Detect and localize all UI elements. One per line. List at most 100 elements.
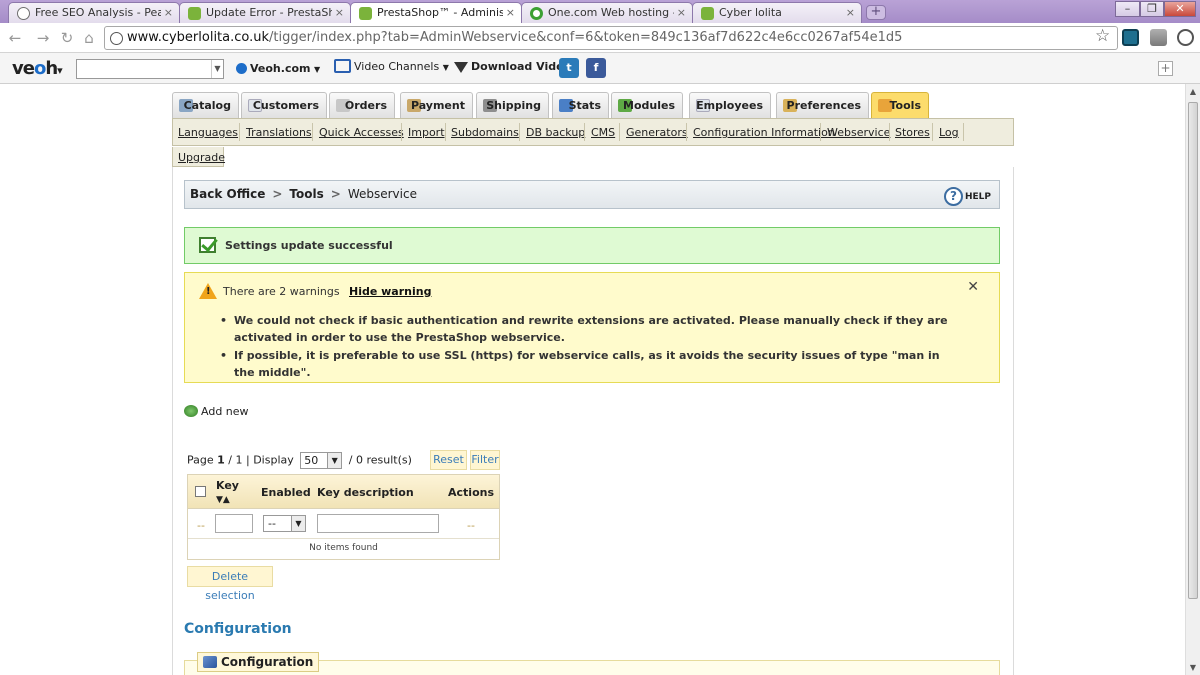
tab-orders[interactable]: Orders	[329, 92, 395, 118]
filter-button[interactable]: Filter	[470, 450, 500, 470]
browser-toolbar: ← → ↻ ⌂ www.cyberlolita.co.uk/tigger/ind…	[0, 23, 1200, 53]
breadcrumb: Back Office > Tools > Webservice ? HELP	[184, 180, 1000, 209]
tab-employees[interactable]: Employees	[689, 92, 771, 118]
breadcrumb-item[interactable]: Back Office	[190, 187, 265, 201]
bookmark-star-icon[interactable]: ☆	[1095, 26, 1110, 46]
subtab-generators[interactable]: Generators	[626, 126, 688, 139]
veoh-search-input[interactable]: ▼	[76, 59, 224, 79]
extension-icon[interactable]	[1122, 29, 1139, 46]
scroll-up-icon[interactable]: ▲	[1186, 84, 1200, 99]
breadcrumb-item[interactable]: Tools	[289, 187, 323, 201]
pagination: Page 1 / 1 | Display 50 ▼ / 0 result(s)	[187, 452, 412, 469]
tv-icon	[334, 59, 351, 73]
subtab-quick-accesses[interactable]: Quick Accesses	[319, 126, 404, 139]
browser-tab-update-error[interactable]: Update Error - PrestaShop F ×	[179, 2, 351, 23]
prestashop-icon	[359, 7, 372, 20]
browser-tab-cyber-lolita[interactable]: Cyber lolita ×	[692, 2, 862, 23]
subtab-cms[interactable]: CMS	[591, 126, 615, 139]
wrench-menu-icon[interactable]	[1177, 29, 1194, 46]
tab-close-icon[interactable]: ×	[506, 6, 515, 19]
subtab-db-backup[interactable]: DB backup	[526, 126, 585, 139]
tab-preferences[interactable]: Preferences	[776, 92, 869, 118]
browser-tab-prestashop-admin[interactable]: PrestaShop™ - Administrati ×	[350, 2, 522, 23]
column-actions: Actions	[448, 486, 494, 499]
tab-payment[interactable]: Payment	[400, 92, 473, 118]
warning-item: If possible, it is preferable to use SSL…	[219, 347, 959, 381]
tab-catalog[interactable]: Catalog	[172, 92, 239, 118]
column-enabled: Enabled	[261, 486, 311, 499]
browser-tab-label: Update Error - PrestaShop F	[206, 6, 332, 19]
reset-button[interactable]: Reset	[430, 450, 467, 470]
tab-shipping[interactable]: Shipping	[476, 92, 549, 118]
warning-box: ! There are 2 warnings Hide warning ✕ We…	[184, 272, 1000, 383]
forward-arrow-icon[interactable]: →	[34, 29, 52, 47]
address-bar[interactable]: www.cyberlolita.co.uk/tigger/index.php?t…	[104, 26, 1118, 50]
restore-button[interactable]: ❐	[1140, 1, 1164, 17]
page-info-icon[interactable]	[110, 32, 123, 45]
checkbox-success-icon	[199, 237, 216, 253]
reload-icon[interactable]: ↻	[58, 29, 76, 47]
tab-close-icon[interactable]: ×	[677, 6, 686, 19]
browser-tab-seo-analysis[interactable]: Free SEO Analysis - Pear An ×	[8, 2, 180, 23]
browser-tab-label: Cyber lolita	[719, 6, 782, 19]
chevron-down-icon[interactable]: ▼	[211, 60, 223, 78]
video-channels-menu[interactable]: Video Channels ▼	[334, 59, 449, 73]
subtab-configuration-information[interactable]: Configuration Information	[693, 126, 835, 139]
browser-tab-label: Free SEO Analysis - Pear An	[35, 6, 161, 19]
subtab-translations[interactable]: Translations	[246, 126, 312, 139]
download-extension-icon[interactable]	[1150, 29, 1167, 46]
subtab-languages[interactable]: Languages	[178, 126, 238, 139]
browser-tab-strip: Free SEO Analysis - Pear An × Update Err…	[0, 0, 1200, 23]
filter-row: -- -- ▼ --	[188, 510, 499, 539]
tab-modules[interactable]: Modules	[611, 92, 683, 118]
tab-close-icon[interactable]: ×	[335, 6, 344, 19]
tab-stats[interactable]: Stats	[552, 92, 609, 118]
home-icon[interactable]: ⌂	[80, 29, 98, 47]
subtab-import[interactable]: Import	[408, 126, 445, 139]
delete-selection-button[interactable]: Delete selection	[187, 566, 273, 602]
subtab-upgrade[interactable]: Upgrade	[172, 147, 225, 167]
tab-customers[interactable]: Customers	[241, 92, 327, 118]
url-host: www.cyberlolita.co.uk	[127, 30, 270, 45]
enabled-filter-select[interactable]: -- ▼	[263, 515, 306, 532]
scroll-down-icon[interactable]: ▼	[1186, 660, 1200, 675]
hide-warning-link[interactable]: Hide warning	[349, 285, 431, 298]
veoh-toolbar: veoh▾ ▼ Veoh.com ▼ Video Channels ▼ Down…	[0, 53, 1200, 84]
help-button[interactable]: ? HELP	[943, 187, 991, 206]
twitter-icon[interactable]: t	[559, 58, 579, 78]
per-page-select[interactable]: 50 ▼	[300, 452, 343, 469]
download-icon	[454, 62, 468, 73]
tab-close-icon[interactable]: ×	[846, 6, 855, 19]
breadcrumb-current: Webservice	[347, 187, 417, 201]
minimize-button[interactable]: –	[1115, 1, 1140, 17]
facebook-icon[interactable]: f	[586, 58, 606, 78]
add-toolbar-button[interactable]: +	[1158, 61, 1173, 76]
empty-table-message: No items found	[309, 543, 378, 553]
prestashop-icon	[701, 7, 714, 20]
tab-close-icon[interactable]: ×	[164, 6, 173, 19]
column-key-description: Key description	[317, 486, 414, 499]
close-icon[interactable]: ✕	[967, 279, 979, 295]
subtab-subdomains[interactable]: Subdomains	[451, 126, 519, 139]
select-all-checkbox[interactable]	[195, 486, 206, 497]
close-window-button[interactable]: ✕	[1164, 1, 1196, 17]
page-scrollbar[interactable]: ▲ ▼	[1185, 84, 1200, 675]
new-tab-button[interactable]: +	[866, 5, 886, 20]
scrollbar-thumb[interactable]	[1188, 102, 1198, 599]
subtab-log[interactable]: Log	[939, 126, 959, 139]
column-key: Key	[216, 479, 239, 492]
warning-count: There are 2 warnings	[223, 285, 340, 298]
tab-tools[interactable]: Tools	[871, 92, 929, 118]
subtab-stores[interactable]: Stores	[895, 126, 930, 139]
download-video-button[interactable]: Download Video	[454, 60, 571, 73]
veoh-logo[interactable]: veoh▾	[12, 58, 63, 79]
key-filter-input[interactable]	[215, 514, 253, 533]
veoh-site-link[interactable]: Veoh.com ▼	[236, 62, 320, 75]
table-header: Key ▼▲ Enabled Key description Actions	[188, 475, 499, 509]
back-arrow-icon[interactable]: ←	[6, 29, 24, 47]
description-filter-input[interactable]	[317, 514, 439, 533]
browser-tab-onecom[interactable]: One.com Web hosting - D ×	[521, 2, 693, 23]
add-new-link[interactable]: Add new	[184, 405, 249, 418]
sort-arrows-icon[interactable]: ▼▲	[216, 495, 230, 505]
subtab-webservice[interactable]: Webservice	[827, 126, 890, 139]
